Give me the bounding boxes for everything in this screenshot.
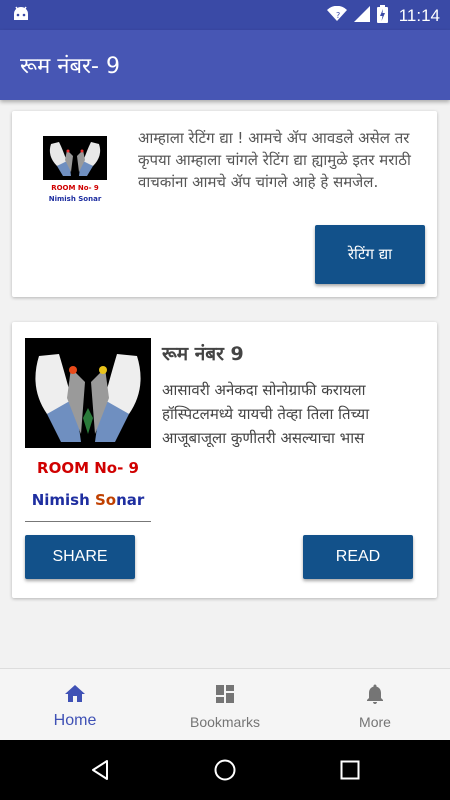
bell-icon — [363, 682, 387, 706]
android-notification-icon — [12, 6, 30, 26]
app-bar: रूम नंबर- 9 — [0, 30, 450, 100]
book-description: आसावरी अनेकदा सोनोग्राफी करायला हॉस्पिटल… — [162, 381, 370, 447]
logo-title: ROOM No- 9 — [51, 184, 99, 192]
nav-item-bookmarks[interactable]: Bookmarks — [150, 669, 300, 741]
nav-item-more[interactable]: More — [300, 669, 450, 741]
system-navigation-bar — [0, 740, 450, 800]
bottom-navigation: Home Bookmarks More — [0, 668, 450, 740]
nav-item-home[interactable]: Home — [0, 669, 150, 741]
book-card[interactable]: ROOM No- 9 Nimish Sonar रूम नंबर 9 आसावर… — [12, 322, 437, 598]
nav-label-more: More — [359, 714, 391, 730]
cover-author-part: nar — [116, 491, 145, 509]
book-cover[interactable]: ROOM No- 9 Nimish Sonar — [25, 338, 151, 522]
cover-author-part: Nimish — [31, 491, 95, 509]
cover-author: Nimish Sonar — [25, 491, 151, 509]
read-button[interactable]: READ — [303, 535, 413, 579]
cover-divider — [25, 521, 151, 522]
book-title: रूम नंबर 9 — [162, 343, 244, 365]
back-icon[interactable] — [88, 758, 112, 782]
recent-apps-icon[interactable] — [338, 758, 362, 782]
status-time: 11:14 — [398, 6, 440, 25]
nav-label-home: Home — [53, 712, 97, 729]
home-icon — [63, 682, 87, 706]
logo-artwork — [43, 136, 107, 180]
share-button[interactable]: SHARE — [25, 535, 135, 579]
rate-app-button[interactable]: रेटिंग द्या — [315, 225, 425, 284]
cover-artwork — [25, 338, 151, 448]
nav-label-bookmarks: Bookmarks — [189, 714, 261, 730]
status-bar: ? 11:14 — [0, 0, 450, 30]
home-circle-icon[interactable] — [213, 758, 237, 782]
wifi-icon: ? — [326, 5, 347, 26]
dashboard-icon — [213, 682, 237, 706]
battery-icon — [376, 5, 388, 27]
svg-text:?: ? — [336, 11, 340, 20]
page-title: रूम नंबर- 9 — [20, 54, 120, 79]
cover-title: ROOM No- 9 — [37, 459, 139, 477]
cell-signal-icon — [353, 6, 370, 26]
cover-author-part: So — [94, 491, 117, 509]
rating-card: ROOM No- 9 Nimish Sonar आम्हाला रेटिंग द… — [12, 111, 437, 297]
rating-message: आम्हाला रेटिंग द्या ! आमचे ॲप आवडले असेल… — [138, 129, 411, 191]
app-logo: ROOM No- 9 Nimish Sonar — [43, 136, 107, 212]
logo-author: Nimish Sonar — [48, 195, 102, 203]
